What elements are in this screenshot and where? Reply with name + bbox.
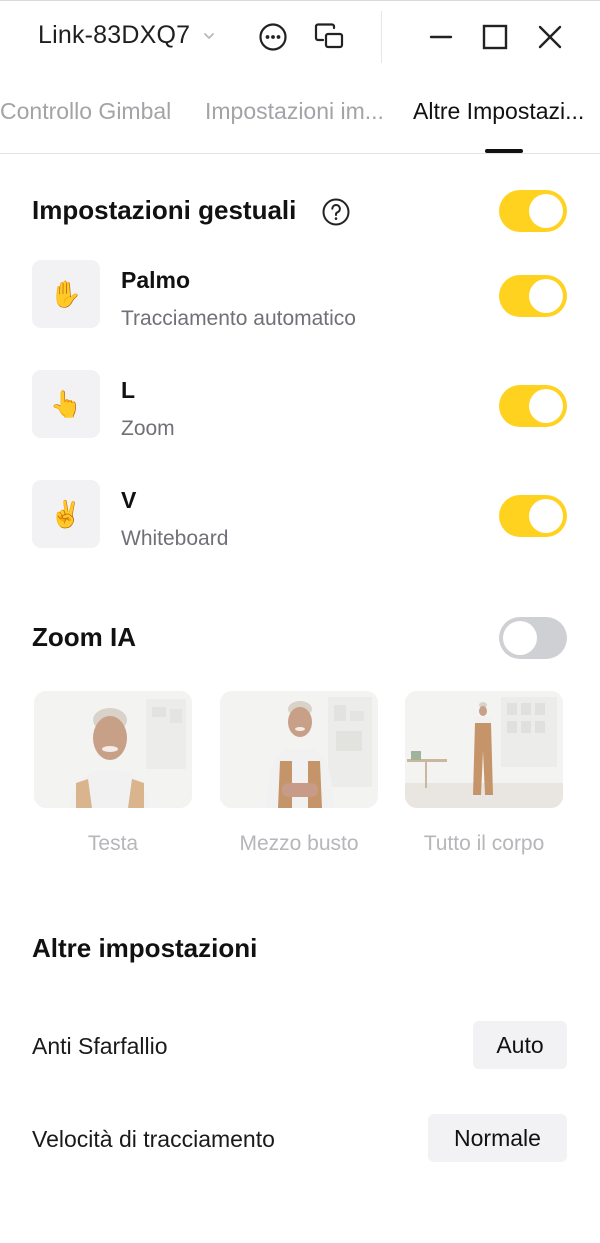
gesture-l-title: L: [121, 377, 136, 403]
full-body-framing-image: [405, 691, 563, 808]
gesture-settings-toggle[interactable]: [499, 190, 567, 232]
tab-other-settings[interactable]: Altre Impostazi...: [413, 98, 584, 125]
gesture-palm-title: Palmo: [121, 267, 191, 293]
close-button[interactable]: [532, 19, 568, 55]
gesture-palm-subtitle: Tracciamento automatico: [121, 307, 356, 330]
tab-image-settings[interactable]: Impostazioni im...: [205, 98, 384, 125]
maximize-button[interactable]: [477, 19, 513, 55]
gesture-v-toggle[interactable]: [499, 495, 567, 537]
gesture-v-subtitle: Whiteboard: [121, 527, 229, 550]
minimize-icon: [429, 35, 453, 39]
gesture-l-subtitle: Zoom: [121, 417, 175, 440]
head-framing-image: [34, 691, 192, 808]
zoom-ai-title: Zoom IA: [32, 622, 136, 652]
window-mode-icon: [314, 23, 344, 49]
window-mode-button[interactable]: [311, 19, 347, 55]
half-body-framing-image: [220, 691, 378, 808]
gesture-settings-title: Impostazioni gestuali: [32, 195, 297, 225]
zoom-option-head[interactable]: [34, 691, 192, 808]
titlebar-divider: [381, 11, 382, 63]
tab-bar: Controllo Gimbal Impostazioni im... Altr…: [0, 76, 600, 154]
chevron-down-icon: [204, 32, 215, 39]
gesture-l-toggle[interactable]: [499, 385, 567, 427]
tab-gimbal-control[interactable]: Controllo Gimbal: [0, 98, 171, 125]
device-name: Link-83DXQ7: [38, 21, 191, 49]
more-options-button[interactable]: [255, 19, 291, 55]
gesture-v-title: V: [121, 487, 137, 513]
anti-flicker-label: Anti Sfarfallio: [32, 1033, 168, 1059]
maximize-icon: [482, 24, 508, 50]
active-tab-indicator: [485, 149, 523, 153]
palm-hand-icon: ✋: [32, 260, 100, 328]
tracking-speed-select[interactable]: Normale: [428, 1114, 567, 1162]
tracking-speed-label: Velocità di tracciamento: [32, 1126, 275, 1152]
zoom-option-half-body[interactable]: [220, 691, 378, 808]
zoom-option-head-label: Testa: [87, 832, 139, 855]
other-settings-title: Altre impostazioni: [32, 933, 258, 963]
close-icon: [538, 25, 562, 49]
zoom-option-half-body-label: Mezzo busto: [239, 832, 359, 855]
victory-hand-icon: ✌️: [32, 480, 100, 548]
gesture-palm-toggle[interactable]: [499, 275, 567, 317]
minimize-button[interactable]: [423, 19, 459, 55]
title-bar: Link-83DXQ7: [0, 0, 600, 76]
more-icon: [259, 23, 287, 51]
anti-flicker-select[interactable]: Auto: [473, 1021, 567, 1069]
pointing-finger-icon: 👆: [32, 370, 100, 438]
zoom-ai-toggle[interactable]: [499, 617, 567, 659]
zoom-option-full-body-label: Tutto il corpo: [423, 832, 545, 855]
device-selector[interactable]: Link-83DXQ7: [38, 21, 216, 50]
zoom-option-full-body[interactable]: [405, 691, 563, 808]
help-icon[interactable]: [321, 197, 351, 227]
